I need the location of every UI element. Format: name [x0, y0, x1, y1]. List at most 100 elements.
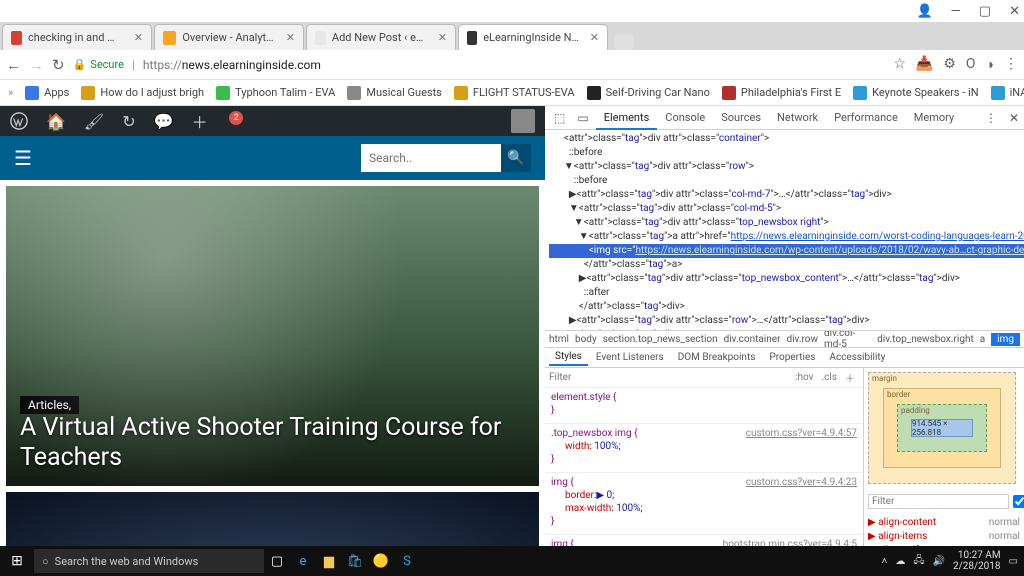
wp-customize-icon[interactable]: 🖌 [84, 112, 104, 131]
bookmark-item[interactable]: How do I adjust brigh [81, 86, 204, 100]
secondary-story[interactable] [6, 492, 539, 546]
devtools-tab[interactable]: Elements [596, 107, 658, 130]
addr-icon[interactable]: ☆ [893, 56, 906, 73]
maximize-icon[interactable]: ▢ [979, 4, 991, 19]
crumb-item[interactable]: a [980, 334, 985, 345]
crumb-item[interactable]: div.row [786, 334, 818, 345]
bookmark-item[interactable]: Self-Driving Car Nano [587, 86, 710, 100]
wordpress-icon[interactable] [10, 112, 28, 130]
styles-subtab[interactable]: Accessibility [823, 350, 891, 365]
url-field[interactable]: https://news.elearninginside.com [143, 58, 885, 72]
dt-more-icon[interactable]: ⋮ [980, 111, 1002, 125]
computed-filter-input[interactable] [868, 494, 1009, 509]
show-all-checkbox[interactable] [1013, 495, 1024, 508]
computed-row[interactable]: ▶ align-itemsnormal [868, 530, 1020, 544]
styles-subtab[interactable]: DOM Breakpoints [672, 350, 762, 365]
addr-icon[interactable]: O [966, 56, 976, 73]
crumb-item[interactable]: div.container [724, 334, 781, 345]
bookmark-item[interactable]: Typhoon Talim - EVA [216, 86, 335, 100]
crumb-item[interactable]: div.col-md-5 [824, 330, 871, 348]
volume-icon[interactable]: 🔊 [933, 556, 945, 567]
notifications-icon[interactable]: ▭ [1009, 556, 1018, 567]
minimize-icon[interactable]: — [951, 4, 961, 19]
wp-updates-icon[interactable]: ↻ [122, 112, 135, 131]
taskbar-clock[interactable]: 10:27 AM2/28/2018 [953, 550, 1001, 572]
devtools-tab[interactable]: Performance [826, 107, 906, 128]
tab-close-icon[interactable]: ✕ [438, 31, 447, 44]
user-icon[interactable]: 👤 [916, 4, 932, 19]
hero-story[interactable]: Articles, A Virtual Active Shooter Train… [6, 186, 539, 486]
computed-row[interactable]: ▶ align-contentnormal [868, 516, 1020, 530]
skype-icon[interactable]: S [394, 546, 420, 576]
breadcrumb[interactable]: html body section.top_news_section div.cont… [545, 330, 1024, 348]
tab-close-icon[interactable]: ✕ [286, 31, 295, 44]
crumb-item[interactable]: div.top_newsbox.right [877, 334, 974, 345]
styles-subtab[interactable]: Event Listeners [590, 350, 670, 365]
search-button[interactable]: 🔍 [501, 144, 531, 172]
onedrive-icon[interactable]: ☁ [895, 556, 905, 567]
wp-seo-icon[interactable]: ◔2 [226, 111, 244, 131]
wp-comments-icon[interactable]: 💬 [154, 112, 174, 131]
back-icon[interactable]: ← [6, 56, 21, 74]
css-rule[interactable]: custom.css?ver=4.9.4:57.top_newsbox img … [545, 424, 863, 473]
taskbar-search[interactable]: ○ Search the web and Windows [34, 549, 264, 573]
bookmark-item[interactable]: Musical Guests [347, 86, 442, 100]
styles-subtab[interactable]: Styles [549, 349, 588, 366]
add-rule-icon[interactable]: ＋ [841, 370, 859, 385]
wp-admin-bar[interactable]: 🏠 🖌 ↻ 💬 ＋ ◔2 [0, 106, 545, 136]
hero-title[interactable]: A Virtual Active Shooter Training Course… [20, 413, 525, 472]
bookmark-item[interactable]: Apps [25, 86, 69, 100]
wp-avatar[interactable] [511, 109, 535, 133]
crumb-item[interactable]: body [575, 334, 597, 345]
devtools-tab[interactable]: Memory [906, 107, 962, 128]
explorer-icon[interactable]: ▆ [316, 546, 342, 576]
styles-subtab[interactable]: Properties [763, 350, 821, 365]
chrome-icon[interactable]: 🟡 [368, 546, 394, 576]
browser-tab[interactable]: eLearningInside News | N...✕ [458, 24, 608, 50]
dom-tree[interactable]: <attr">class="tag">div attr">class="cont… [545, 130, 1024, 330]
addr-icon[interactable]: ◑ [986, 56, 994, 73]
bookmark-item[interactable]: FLIGHT STATUS-EVA [454, 86, 575, 100]
hero-category[interactable]: Articles, [20, 396, 79, 414]
edge-icon[interactable]: e [290, 546, 316, 576]
new-tab-button[interactable] [614, 34, 634, 50]
system-tray[interactable]: ˄ ☁ 🖧 🔊 10:27 AM2/28/2018 ▭ [882, 550, 1024, 572]
cls-toggle[interactable]: .cls [818, 372, 841, 383]
bookmark-item[interactable]: Philadelphia's First E [722, 86, 841, 100]
bookmark-item[interactable]: Keynote Speakers - iN [853, 86, 979, 100]
browser-tab[interactable]: Add New Post ‹ eLearni...✕ [306, 24, 456, 50]
css-rule[interactable]: bootstrap.min.css?ver=4.9.4:5img {vertic… [545, 535, 863, 546]
forward-icon[interactable]: → [29, 56, 44, 74]
devtools-tab[interactable]: Network [769, 107, 826, 128]
close-icon[interactable]: ✕ [1009, 4, 1020, 19]
reload-icon[interactable]: ↻ [52, 56, 65, 74]
addr-icon[interactable]: 📥 [916, 56, 933, 73]
tab-close-icon[interactable]: ✕ [134, 31, 143, 44]
tray-up-icon[interactable]: ˄ [882, 556, 888, 567]
devtools-tab[interactable]: Console [657, 107, 713, 128]
styles-filter-input[interactable] [549, 372, 791, 383]
device-icon[interactable]: ▭ [572, 111, 593, 125]
addr-icon[interactable]: ⚙ [943, 56, 956, 73]
store-icon[interactable]: 🛍 [342, 546, 368, 576]
css-rule[interactable]: element.style {} [545, 388, 863, 424]
wp-site-icon[interactable]: 🏠 [46, 112, 66, 131]
hov-toggle[interactable]: :hov [791, 372, 817, 383]
browser-tab[interactable]: Overview - Analytics✕ [154, 24, 304, 50]
dt-close-icon[interactable]: ✕ [1004, 111, 1024, 125]
search-input[interactable] [361, 144, 501, 172]
bookmark-item[interactable]: iNACOL Symposium [991, 86, 1024, 100]
start-button[interactable]: ⊞ [0, 553, 34, 569]
browser-tab[interactable]: checking in and Word P...✕ [2, 24, 152, 50]
css-rule[interactable]: custom.css?ver=4.9.4:23img {border:▶ 0;m… [545, 473, 863, 535]
network-icon[interactable]: 🖧 [913, 553, 924, 570]
wp-new-icon[interactable]: ＋ [192, 109, 208, 133]
hamburger-icon[interactable]: ☰ [14, 146, 32, 170]
tab-close-icon[interactable]: ✕ [590, 31, 599, 44]
inspect-icon[interactable]: ⬚ [549, 111, 570, 125]
task-view-icon[interactable]: ▢ [264, 546, 290, 576]
crumb-item[interactable]: section.top_news_section [603, 334, 718, 345]
crumb-item[interactable]: html [549, 334, 569, 345]
devtools-tab[interactable]: Sources [713, 107, 769, 128]
addr-icon[interactable]: ⋮ [1004, 56, 1018, 73]
